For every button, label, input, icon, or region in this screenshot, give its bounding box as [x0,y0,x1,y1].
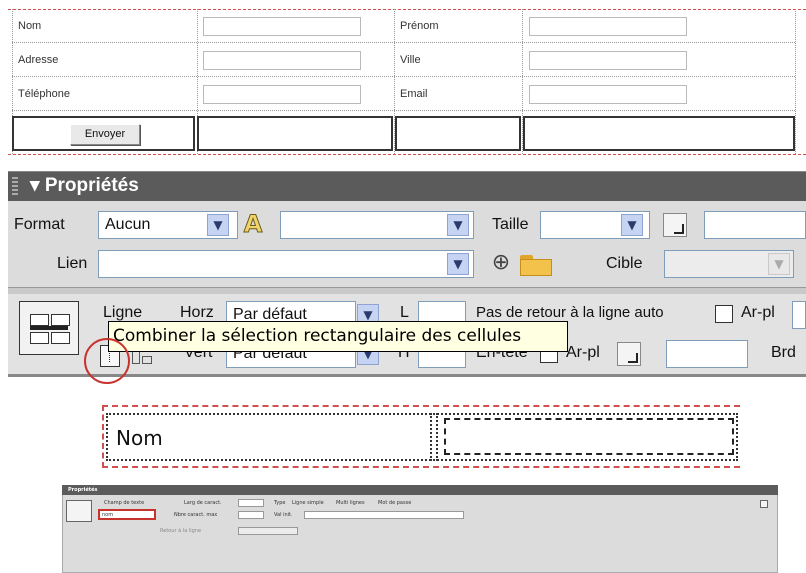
link-input[interactable] [98,250,474,278]
highlight-circle [84,338,130,384]
format-label: Format [14,216,65,233]
border-label: Brd [771,344,796,361]
color-input[interactable] [704,211,806,239]
nom-cell-label: Nom [116,426,163,450]
font-select[interactable] [280,211,474,239]
link-label: Lien [57,255,88,272]
mini-field-name-label: Champ de texte [104,500,145,506]
nom-input[interactable] [203,17,361,36]
dropdown-arrow-icon[interactable]: ▼ [768,253,790,275]
email-input[interactable] [529,85,687,104]
grip-icon[interactable] [12,177,18,195]
text-field-icon [66,500,92,522]
selected-cell[interactable] [523,116,795,151]
row-label: Ligne [103,304,143,321]
mini-wrap-label: Retour à la ligne [160,528,202,534]
nowrap-label: Pas de retour à la ligne auto [476,304,664,321]
help-icon[interactable] [760,500,768,508]
form-label-ville: Ville [400,54,421,66]
mini-type-single[interactable]: Ligne simple [292,500,324,506]
dropdown-arrow-icon[interactable]: ▼ [207,214,229,236]
dropdown-arrow-icon[interactable]: ▼ [621,214,643,236]
table-border-dashed [102,405,104,468]
form-label-nom: Nom [18,20,42,32]
nowrap-checkbox[interactable] [715,305,733,323]
mini-type-multi[interactable]: Multi lignes [336,500,365,506]
color-picker-icon[interactable] [617,342,641,366]
envoyer-button[interactable]: Envoyer [70,124,140,145]
dropdown-arrow-icon[interactable]: ▼ [447,214,469,236]
ville-input[interactable] [529,51,687,70]
form-label-telephone: Téléphone [18,88,70,100]
prenom-input[interactable] [529,17,687,36]
table-top-border [8,9,806,10]
mini-wrap-select[interactable] [238,527,298,535]
cell-border-dotted [106,413,108,461]
form-label-email: Email [400,88,428,100]
mini-type-label: Type [274,500,286,506]
telephone-input[interactable] [203,85,361,104]
form-label-prenom: Prénom [400,20,439,32]
target-label: Cible [606,255,643,272]
table-row-line [12,110,795,111]
mini-max-chars-label: Nbre caract. max [174,512,218,518]
cell-border-dotted [436,413,438,461]
color-picker-icon[interactable] [663,213,687,237]
cell-border-dotted [736,413,738,461]
text-style-icon[interactable]: A [238,210,268,239]
width-label: L [400,304,409,321]
form-label-adresse: Adresse [18,54,59,66]
adresse-input[interactable] [203,51,361,70]
dropdown-arrow-icon[interactable]: ▼ [447,253,469,275]
cell-border-dotted [106,459,738,461]
cell-border-dotted [430,413,432,461]
horz-label: Horz [180,304,214,321]
table-border-dashed [102,466,740,468]
selected-cell[interactable] [197,116,393,151]
merge-cells-tooltip: Combiner la sélection rectangulaire des … [108,321,568,352]
table-column-line [795,9,796,154]
table-row-line [12,42,795,43]
bg-color-input[interactable] [666,340,748,368]
bg-label-2: Ar-pl [566,344,600,361]
mini-init-value-label: Val init. [274,512,293,518]
mini-init-value-input[interactable] [304,511,464,519]
point-to-file-icon[interactable]: ⊕ [488,250,514,276]
table-border-dashed [102,405,740,407]
bg-input[interactable] [792,301,806,329]
size-label: Taille [492,216,529,233]
nom-text-field[interactable] [444,418,734,455]
properties-panel-title[interactable]: ▾ Propriétés [30,174,139,197]
folder-icon[interactable] [520,252,552,276]
mini-panel-header: Propriétés [62,485,778,495]
selected-cell[interactable] [395,116,521,151]
table-bottom-border [8,154,806,155]
cell-layout-icon [19,301,79,355]
bg-label: Ar-pl [741,304,775,321]
mini-field-name-input[interactable]: nom [98,509,156,520]
mini-char-width-label: Larg de caract. [184,500,222,506]
table-row-line [12,76,795,77]
cell-border-dotted [106,413,738,415]
mini-type-password[interactable]: Mot de passe [378,500,411,506]
mini-char-width-input[interactable] [238,499,264,507]
collapse-arrow-icon: ▾ [30,175,40,196]
mini-max-chars-input[interactable] [238,511,264,519]
